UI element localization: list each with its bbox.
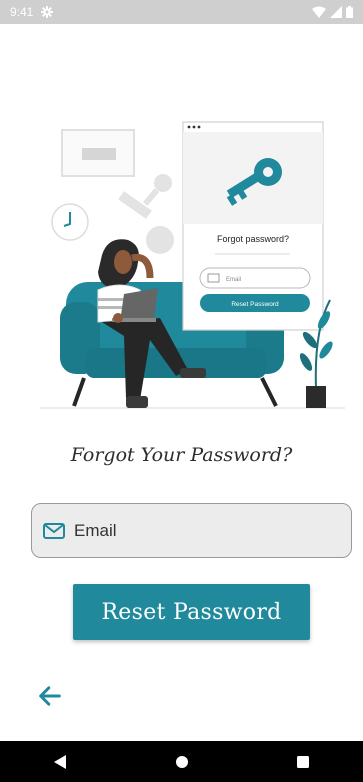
forgot-password-illustration: Forgot password? Email Reset Password [40, 121, 345, 409]
system-nav-bar [0, 741, 363, 782]
back-triangle-icon [53, 754, 66, 769]
reset-password-label: Reset Password [101, 599, 282, 625]
card-reset-text: Reset Password [231, 301, 279, 308]
wall-frame-icon [61, 129, 135, 177]
card-email-text: Email [226, 277, 241, 283]
wifi-icon [312, 6, 326, 18]
settings-icon [41, 6, 54, 18]
status-left: 9:41 [10, 5, 54, 19]
battery-icon [346, 6, 353, 18]
email-input[interactable] [74, 520, 351, 541]
mail-icon [43, 522, 65, 539]
nav-home-button[interactable] [162, 741, 202, 782]
nav-back-button[interactable] [41, 741, 81, 782]
status-time: 9:41 [10, 5, 34, 19]
wall-clock-icon [51, 203, 89, 241]
signal-icon [330, 6, 342, 18]
reset-password-button[interactable]: Reset Password [73, 584, 310, 640]
recents-square-icon [296, 755, 309, 768]
home-circle-icon [175, 755, 188, 768]
page-title: Forgot Your Password? [70, 444, 293, 466]
status-right [312, 6, 353, 18]
nav-recents-button[interactable] [283, 741, 323, 782]
status-bar: 9:41 [0, 0, 363, 24]
arrow-left-icon[interactable] [36, 682, 64, 710]
card-title: Forgot password? [217, 234, 289, 244]
reset-card-illustration: Forgot password? Email Reset Password [182, 121, 324, 331]
email-field[interactable] [31, 503, 352, 558]
